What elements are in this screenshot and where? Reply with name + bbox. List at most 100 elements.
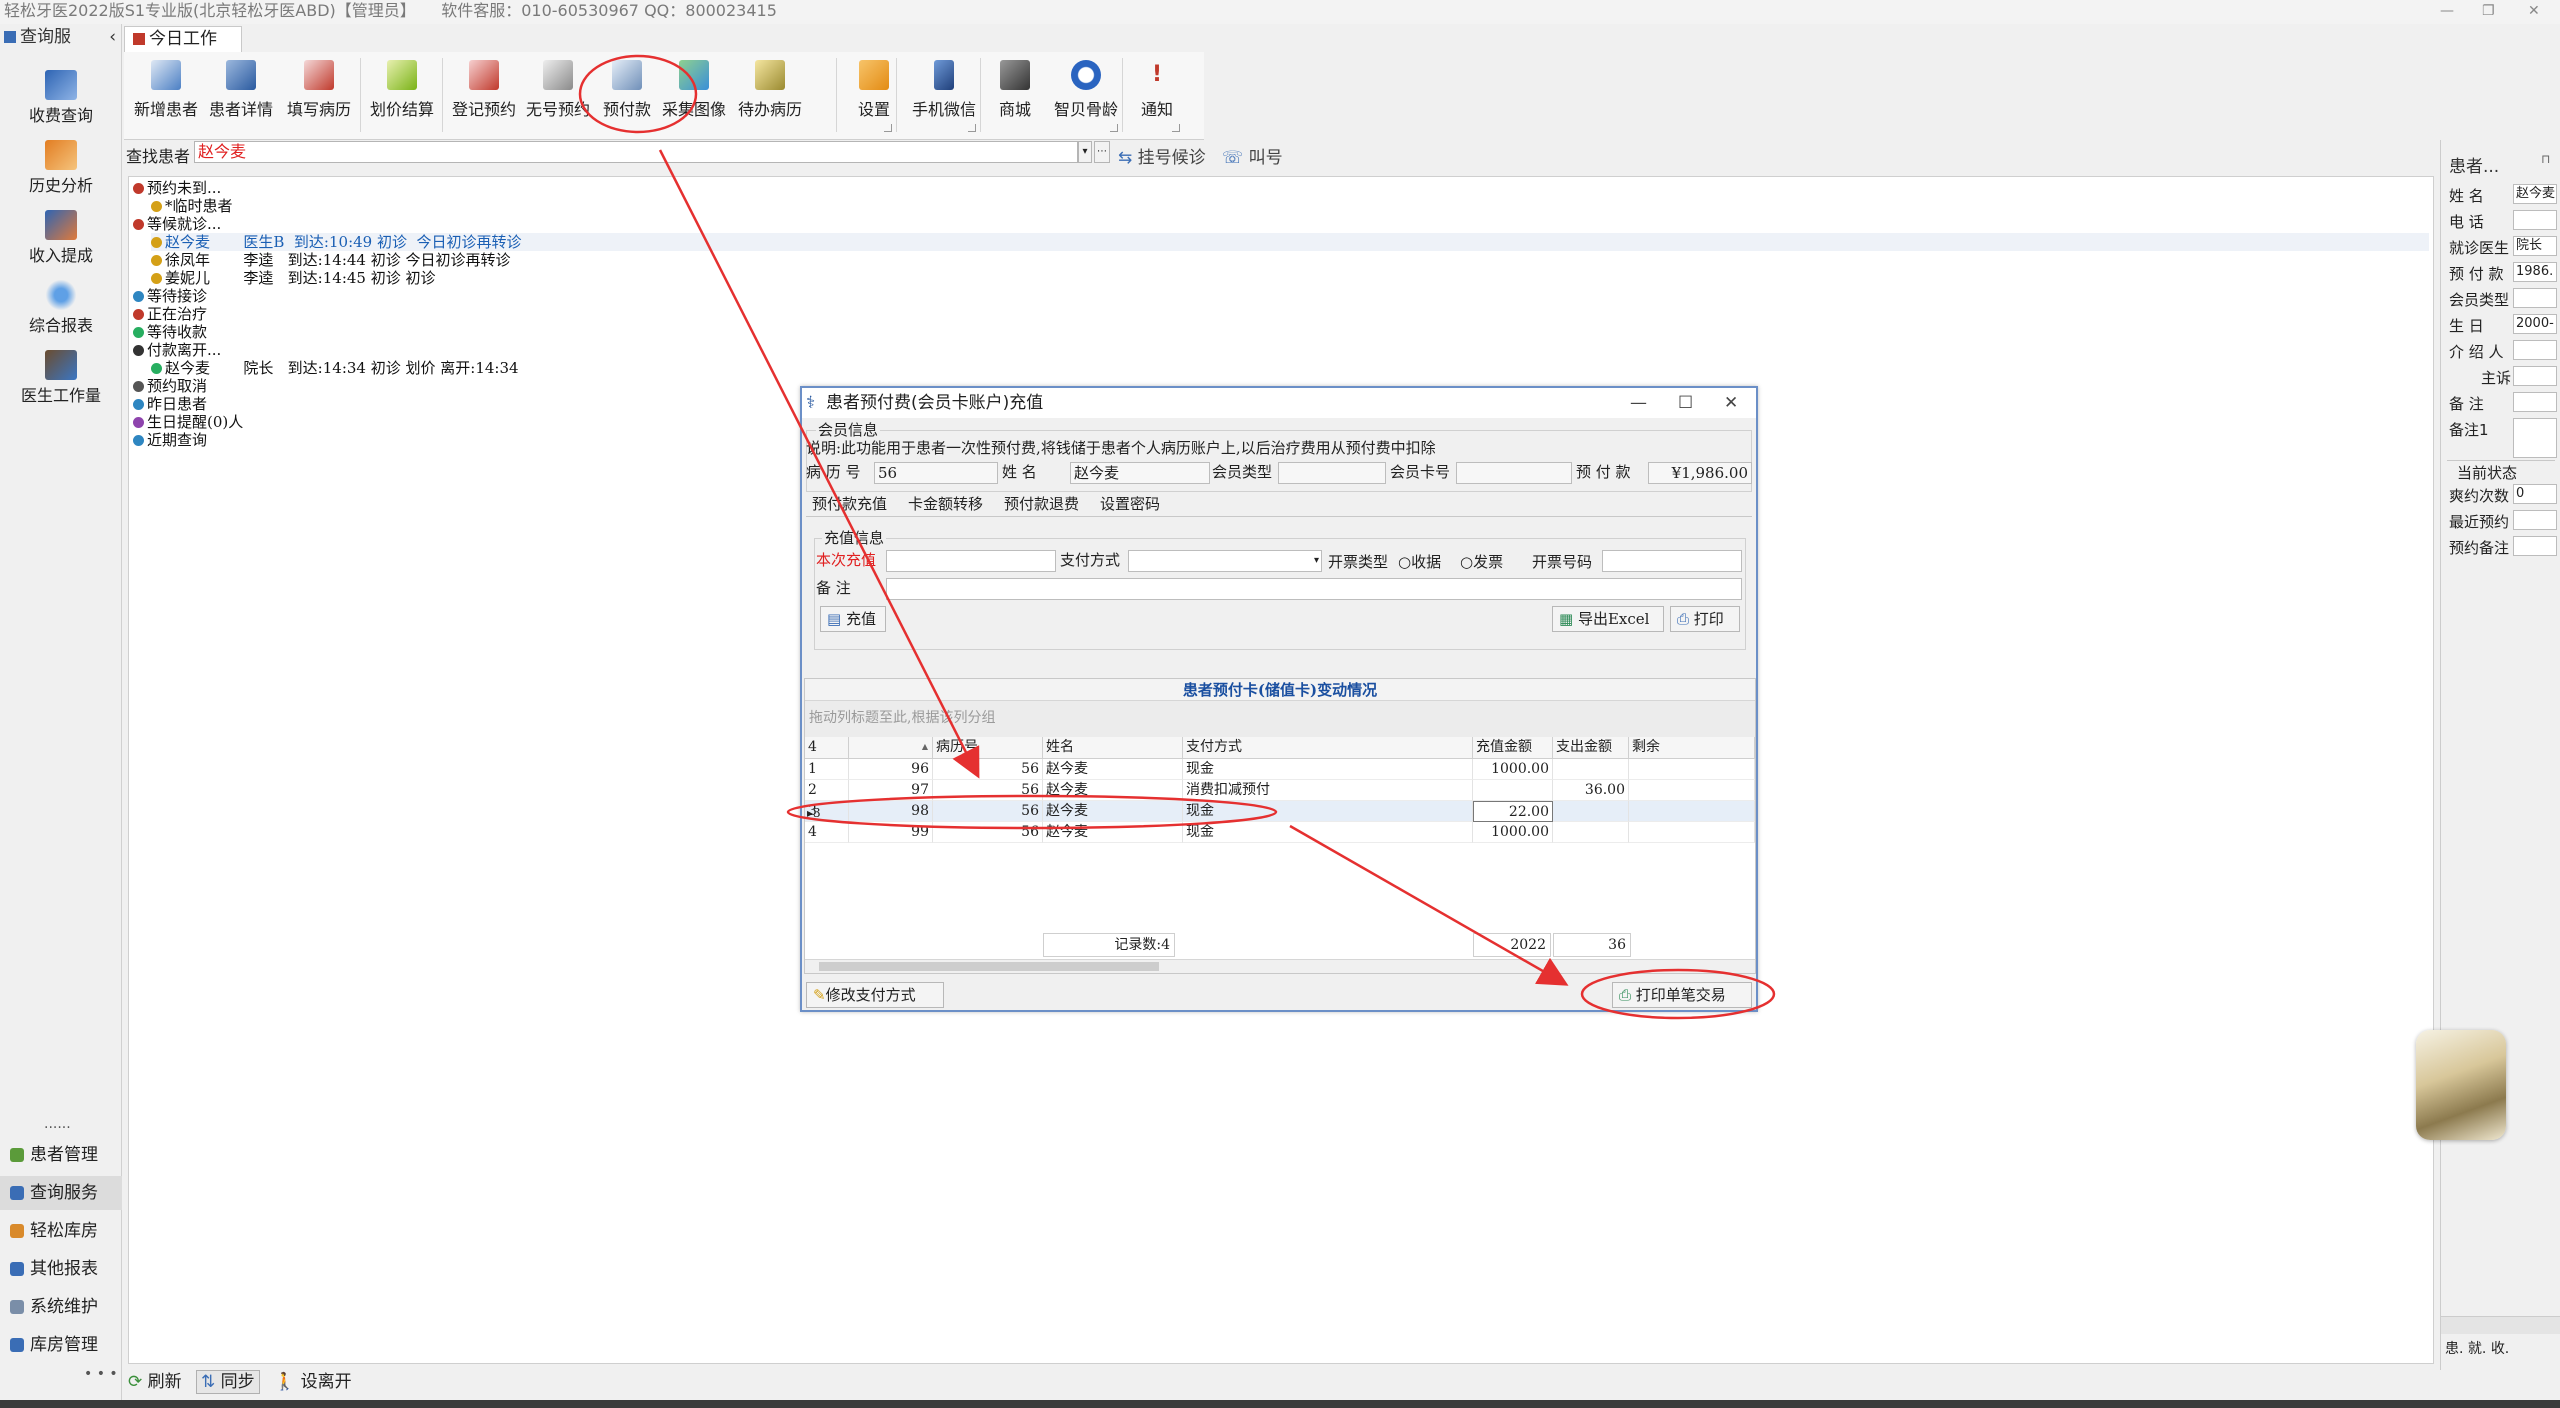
grid-cell[interactable]: 1000.00 bbox=[1473, 759, 1553, 780]
grid-cell[interactable]: 22.00 bbox=[1473, 801, 1553, 822]
grid-cell[interactable]: 56 bbox=[933, 801, 1043, 822]
nav-reports[interactable]: 综合报表 bbox=[0, 280, 122, 336]
overflow-dots-icon[interactable]: • • • bbox=[84, 1366, 118, 1382]
tree-item[interactable]: 预约取消 bbox=[133, 377, 207, 395]
invoice-no-input[interactable] bbox=[1602, 550, 1742, 572]
tab-prepay-refund[interactable]: 预付款退费 bbox=[1004, 494, 1079, 514]
grid-cell-remaining[interactable] bbox=[1629, 822, 1755, 843]
grid-column-header[interactable]: 姓名 bbox=[1043, 737, 1183, 759]
grid-cell-remaining[interactable] bbox=[1629, 759, 1755, 780]
book-appointment-button[interactable]: 登记预约 bbox=[448, 60, 520, 120]
grid-cell[interactable] bbox=[1553, 822, 1629, 843]
notify-expand-icon[interactable] bbox=[1172, 124, 1180, 132]
nav-doctor-workload[interactable]: 医生工作量 bbox=[0, 350, 122, 406]
minimize-icon[interactable]: — bbox=[2440, 0, 2454, 22]
sync-button[interactable]: ⇅ 同步 bbox=[196, 1370, 260, 1394]
grid-cell[interactable] bbox=[1553, 759, 1629, 780]
grid-row-index[interactable]: 1 bbox=[805, 759, 849, 780]
tab-visit[interactable]: 就. bbox=[2468, 1341, 2486, 1357]
grid-column-header[interactable]: 支付方式 bbox=[1183, 737, 1473, 759]
grid-corner[interactable]: 4 bbox=[805, 737, 849, 759]
grid-scroll-thumb[interactable] bbox=[819, 962, 1159, 971]
grid-cell[interactable]: 36.00 bbox=[1553, 780, 1629, 801]
pay-method-select[interactable]: ▾ bbox=[1128, 550, 1322, 572]
tree-item[interactable]: 生日提醒(0)人 bbox=[133, 413, 243, 431]
tree-item[interactable]: 预约未到... bbox=[133, 179, 221, 197]
group-storage[interactable]: 轻松库房 bbox=[0, 1214, 122, 1248]
grid-cell[interactable]: 56 bbox=[933, 759, 1043, 780]
bone-age-button[interactable]: 智贝骨龄 bbox=[1044, 60, 1128, 120]
grid-column-header[interactable]: 剩余 bbox=[1629, 737, 1755, 759]
prepay-field[interactable]: ¥1,986.00 bbox=[1648, 462, 1752, 484]
status-field-value[interactable] bbox=[2513, 536, 2557, 556]
nav-history[interactable]: 历史分析 bbox=[0, 140, 122, 196]
grid-cell[interactable]: 56 bbox=[933, 822, 1043, 843]
receipt-radio-icon[interactable]: ○ bbox=[1398, 553, 1411, 571]
remark-input[interactable] bbox=[886, 578, 1742, 600]
invoice-radio[interactable]: ○发票 bbox=[1460, 552, 1503, 572]
pin-icon[interactable]: ⊓ bbox=[2541, 152, 2550, 166]
patient-field-value[interactable]: 1986. bbox=[2513, 262, 2557, 282]
search-ellipsis-button[interactable]: ⋯ bbox=[1094, 141, 1110, 163]
receipt-radio[interactable]: ○收据 bbox=[1398, 552, 1441, 572]
patient-detail-button[interactable]: 患者详情 bbox=[204, 60, 278, 120]
group-system[interactable]: 系统维护 bbox=[0, 1290, 122, 1324]
no-number-appointment-button[interactable]: 无号预约 bbox=[522, 60, 594, 120]
sort-asc-icon[interactable]: ▲ bbox=[922, 737, 928, 757]
set-away-button[interactable]: 🚶 设离开 bbox=[274, 1368, 352, 1396]
grid-cell[interactable]: 赵今麦 bbox=[1043, 822, 1183, 843]
nav-header[interactable]: 查询服 ‹ bbox=[0, 24, 122, 50]
grid-column-header[interactable]: 病历号 bbox=[933, 737, 1043, 759]
tree-item[interactable]: 姜妮儿 李逵 到达:14:45 初诊 初诊 bbox=[151, 269, 436, 287]
tab-set-password[interactable]: 设置密码 bbox=[1100, 494, 1160, 514]
tree-item[interactable]: 付款离开... bbox=[133, 341, 221, 359]
grid-cell[interactable]: 96 bbox=[849, 759, 933, 780]
tree-item[interactable]: 正在治疗 bbox=[133, 305, 207, 323]
grid-cell[interactable] bbox=[1553, 801, 1629, 822]
tree-item[interactable]: 等待收款 bbox=[133, 323, 207, 341]
capture-image-button[interactable]: 采集图像 bbox=[658, 60, 730, 120]
nav-more-dots[interactable]: ...... bbox=[44, 1116, 71, 1132]
print-button[interactable]: ⎙ 打印 bbox=[1670, 606, 1740, 632]
grid-cell[interactable]: 98 bbox=[849, 801, 933, 822]
grid-cell[interactable]: 现金 bbox=[1183, 822, 1473, 843]
grid-cell[interactable]: 现金 bbox=[1183, 801, 1473, 822]
grid-hscrollbar[interactable] bbox=[805, 959, 1755, 973]
grid-cell-remaining[interactable] bbox=[1629, 780, 1755, 801]
grid-cell[interactable]: 56 bbox=[933, 780, 1043, 801]
patient-field-value[interactable] bbox=[2513, 418, 2557, 458]
pay-method-dropdown-icon[interactable]: ▾ bbox=[1314, 551, 1319, 571]
group-query-service[interactable]: 查询服务 bbox=[0, 1176, 122, 1210]
search-dropdown-icon[interactable]: ▾ bbox=[1078, 141, 1092, 163]
recharge-button[interactable]: ▤ 充值 bbox=[820, 606, 886, 632]
modify-pay-method-button[interactable]: ✎修改支付方式 bbox=[806, 982, 944, 1008]
tree-item[interactable]: *临时患者 bbox=[151, 197, 233, 215]
nav-commission[interactable]: 收入提成 bbox=[0, 210, 122, 266]
grid-cell-remaining[interactable] bbox=[1629, 801, 1755, 822]
tab-card-transfer[interactable]: 卡金额转移 bbox=[908, 494, 983, 514]
call-number-link[interactable]: ☏ 叫号 bbox=[1222, 143, 1283, 168]
panel-bottom-tabs[interactable]: 患. 就. 收. bbox=[2445, 1338, 2509, 1358]
invoice-radio-icon[interactable]: ○ bbox=[1460, 553, 1473, 571]
group-patient-mgmt[interactable]: 患者管理 bbox=[0, 1138, 122, 1172]
grid-column-header[interactable]: 充值金额 bbox=[1473, 737, 1553, 759]
tree-item[interactable]: 赵今麦 院长 到达:14:34 初诊 划价 离开:14:34 bbox=[151, 359, 519, 377]
mobile-expand-icon[interactable] bbox=[968, 124, 976, 132]
grid-cell[interactable]: 现金 bbox=[1183, 759, 1473, 780]
settings-expand-icon[interactable] bbox=[884, 124, 892, 132]
assistant-avatar[interactable] bbox=[2416, 1030, 2506, 1140]
dialog-minimize-icon[interactable]: — bbox=[1630, 388, 1647, 418]
record-no-field[interactable]: 56 bbox=[874, 462, 998, 484]
price-settle-button[interactable]: 划价结算 bbox=[366, 60, 438, 120]
status-field-value[interactable]: 0 bbox=[2513, 484, 2557, 504]
print-single-button[interactable]: ⎙ 打印单笔交易 bbox=[1612, 982, 1752, 1008]
close-icon[interactable]: ✕ bbox=[2528, 0, 2540, 22]
grid-cell[interactable]: 赵今麦 bbox=[1043, 780, 1183, 801]
group-by-area[interactable]: 拖动列标题至此,根据该列分组 bbox=[805, 701, 1755, 737]
notify-button[interactable]: ! 通知 bbox=[1128, 60, 1186, 120]
prepayment-button[interactable]: 预付款 bbox=[598, 60, 656, 120]
patient-field-value[interactable]: 赵今麦 bbox=[2513, 184, 2557, 204]
patient-field-value[interactable] bbox=[2513, 366, 2557, 386]
grid-cell[interactable]: 99 bbox=[849, 822, 933, 843]
pending-record-button[interactable]: 待办病历 bbox=[734, 60, 806, 120]
